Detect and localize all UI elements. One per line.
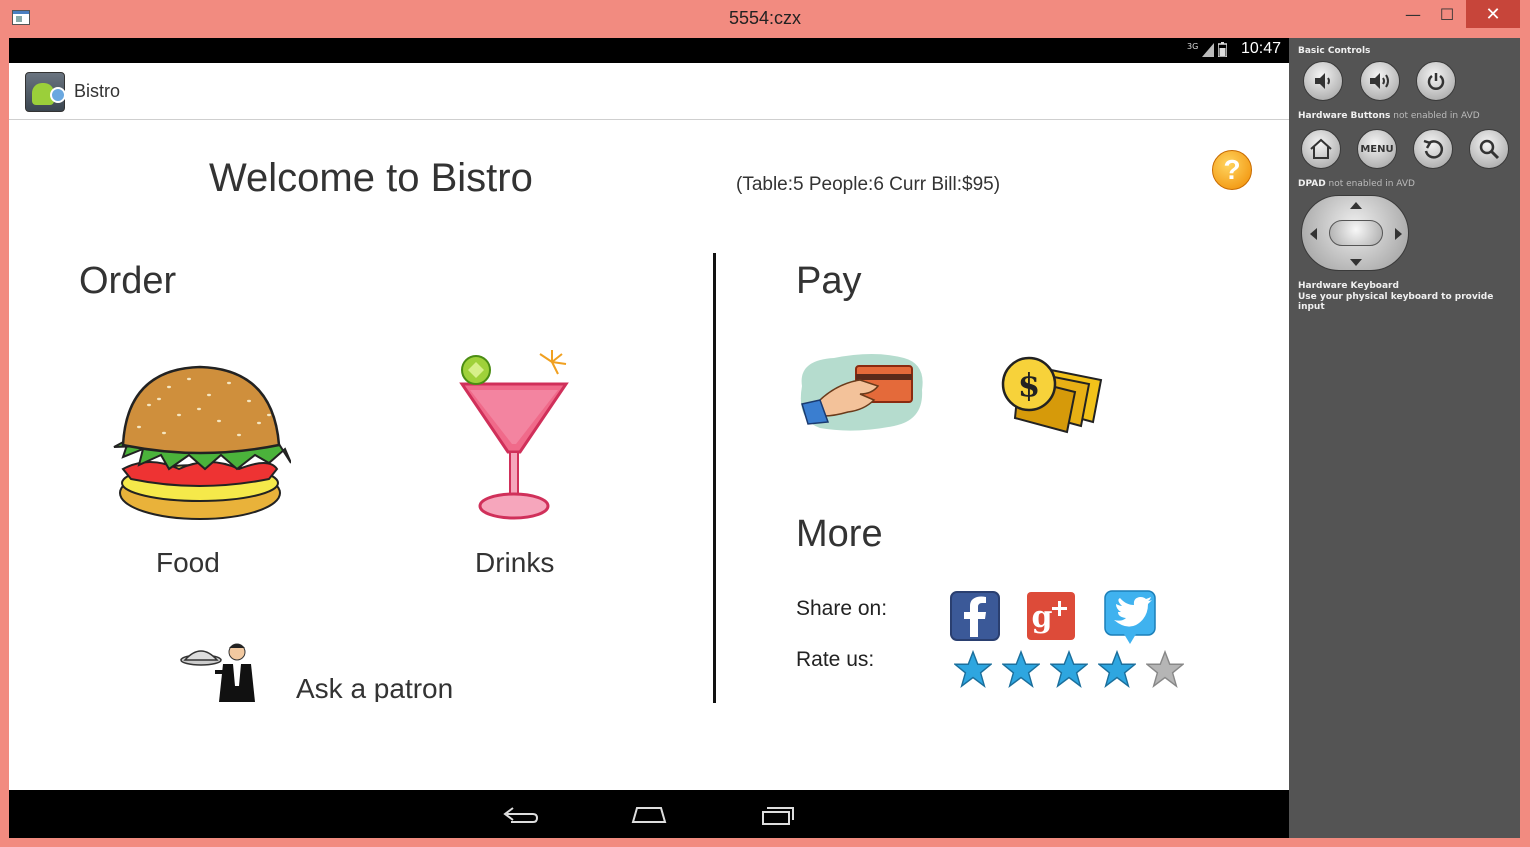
waiter-icon [180,643,255,702]
food-label[interactable]: Food [156,547,220,579]
star-filled-icon[interactable] [1098,650,1136,688]
dpad-title: DPAD [1298,179,1326,189]
g-glyph: g [1032,600,1053,635]
hw-back-button[interactable] [1413,129,1453,169]
table-info: (Table:5 People:6 Curr Bill:$95) [736,174,1001,195]
hardware-keyboard-label: Hardware Keyboard [1298,281,1399,291]
close-button[interactable]: ✕ [1466,0,1520,28]
recent-apps-icon[interactable] [757,802,797,826]
twitter-icon[interactable] [1104,590,1156,646]
app-launcher-icon[interactable] [25,72,66,112]
dpad-note: not enabled in AVD [1325,179,1415,189]
battery-icon [1217,42,1228,58]
main-content: Welcome to Bistro (Table:5 People:6 Curr… [9,120,1289,790]
action-bar-title: Bistro [74,81,121,101]
power-button[interactable] [1416,61,1456,101]
back-icon[interactable] [501,802,541,826]
drinks-cocktail-icon[interactable] [454,348,574,523]
star-filled-icon[interactable] [1002,650,1040,688]
emulator-window: 5554:czx — ☐ ✕ 3G 10:47 Bistro Welcome t… [0,0,1530,847]
rate-us-label: Rate us: [796,648,875,671]
device-screen: 3G 10:47 Bistro Welcome to Bistro (Table… [9,38,1289,838]
network-type: 3G [1187,42,1199,51]
volume-up-icon [1370,73,1389,89]
card-payment-icon[interactable] [794,350,926,434]
section-divider [713,253,716,703]
help-button[interactable]: ? [1212,150,1252,190]
dollar-glyph: $ [1018,366,1040,404]
navigation-bar [9,790,1289,838]
volume-down-button[interactable] [1303,61,1343,101]
ask-patron-row[interactable]: Ask a patron [169,635,489,702]
star-filled-icon[interactable] [1050,650,1088,688]
facebook-icon[interactable] [950,591,1000,641]
undo-arrow-icon [1423,139,1444,159]
house-icon [1310,138,1332,159]
hardware-keyboard-note: Use your physical keyboard to provide in… [1298,292,1494,312]
welcome-heading: Welcome to Bistro [209,156,533,200]
drinks-label[interactable]: Drinks [475,547,554,579]
home-icon[interactable] [629,802,669,826]
volume-down-icon [1315,73,1330,89]
signal-icon: 3G [1187,42,1228,58]
ask-patron-label[interactable]: Ask a patron [296,673,453,702]
hw-home-button[interactable] [1301,129,1341,169]
hardware-buttons-title: Hardware Buttons [1298,111,1391,121]
dpad[interactable] [1301,195,1409,271]
dpad-label: DPAD not enabled in AVD [1298,179,1415,189]
hw-menu-button[interactable]: MENU [1357,129,1397,169]
cash-payment-icon[interactable]: $ [1001,348,1107,436]
order-heading: Order [79,260,177,302]
star-empty-icon[interactable] [1146,650,1184,688]
star-filled-icon[interactable] [954,650,992,688]
minimize-button[interactable]: — [1396,0,1430,28]
volume-up-button[interactable] [1360,61,1400,101]
share-on-label: Share on: [796,597,888,620]
signal-bars-icon [1202,42,1215,57]
search-icon [1479,139,1500,160]
window-titlebar[interactable]: 5554:czx — ☐ ✕ [0,0,1530,38]
avd-controls-panel: Basic Controls Hardware Buttons not enab… [1289,38,1520,838]
dpad-center-button[interactable] [1329,220,1383,246]
pay-heading: Pay [796,260,862,302]
hw-search-button[interactable] [1469,129,1509,169]
power-icon [1427,73,1445,90]
action-bar: Bistro [9,63,1289,120]
hardware-buttons-label: Hardware Buttons not enabled in AVD [1298,111,1480,121]
more-heading: More [796,513,883,555]
status-time: 10:47 [1240,40,1281,57]
google-plus-icon[interactable]: g [1026,591,1076,641]
hardware-buttons-note: not enabled in AVD [1390,111,1480,121]
food-burger-icon[interactable] [109,365,291,523]
status-bar: 3G 10:47 [9,38,1289,63]
basic-controls-label: Basic Controls [1298,46,1371,56]
maximize-button[interactable]: ☐ [1430,0,1464,28]
window-title: 5554:czx [728,8,802,28]
